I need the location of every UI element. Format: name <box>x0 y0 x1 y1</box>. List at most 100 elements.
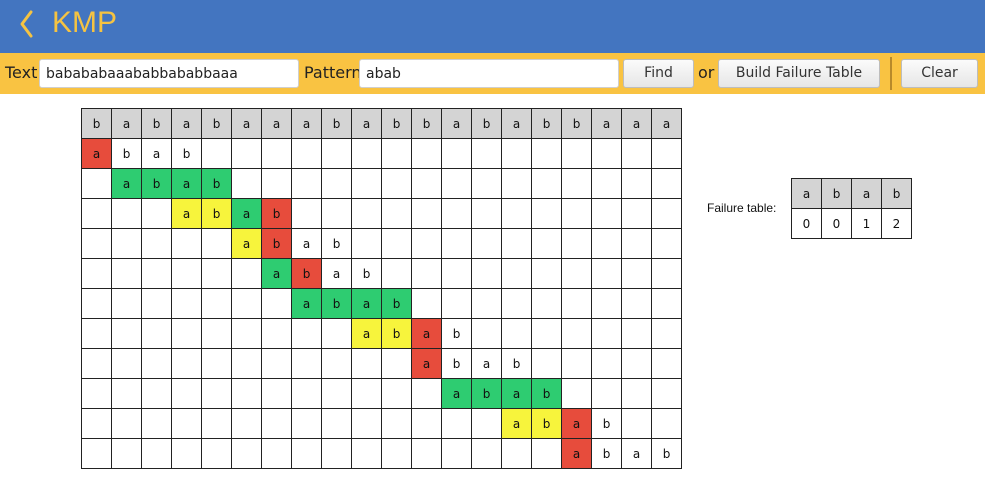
empty-cell <box>201 288 232 319</box>
pattern-char-cell: a <box>321 258 352 289</box>
empty-cell <box>321 348 352 379</box>
failure-value-cell: 2 <box>881 208 912 239</box>
empty-cell <box>621 198 652 229</box>
empty-cell <box>291 168 322 199</box>
text-char-cell: a <box>501 108 532 139</box>
empty-cell <box>441 138 472 169</box>
text-char-cell: b <box>81 108 112 139</box>
empty-cell <box>591 228 622 259</box>
empty-cell <box>471 438 502 469</box>
or-label: or <box>698 63 715 82</box>
alignment-row: abab <box>81 288 682 319</box>
empty-cell <box>381 438 412 469</box>
pattern-input[interactable] <box>359 59 619 88</box>
empty-cell <box>111 318 142 349</box>
alignment-row: abab <box>81 348 682 379</box>
alignment-row: abab <box>81 168 682 199</box>
empty-cell <box>531 198 562 229</box>
pattern-char-cell: b <box>591 408 622 439</box>
empty-cell <box>81 318 112 349</box>
pattern-char-cell: b <box>141 168 172 199</box>
pattern-char-cell: a <box>81 138 112 169</box>
empty-cell <box>531 228 562 259</box>
empty-cell <box>141 228 172 259</box>
text-char-cell: a <box>171 108 202 139</box>
empty-cell <box>171 348 202 379</box>
empty-cell <box>171 228 202 259</box>
pattern-char-cell: a <box>351 318 382 349</box>
empty-cell <box>561 198 592 229</box>
empty-cell <box>561 258 592 289</box>
empty-cell <box>141 378 172 409</box>
empty-cell <box>441 198 472 229</box>
kmp-trace-grid: bababaaababbababbaaaabababababababababab… <box>81 108 682 469</box>
empty-cell <box>471 168 502 199</box>
page-title: KMP <box>52 6 118 39</box>
empty-cell <box>291 198 322 229</box>
text-input[interactable] <box>39 59 299 88</box>
empty-cell <box>141 288 172 319</box>
find-button[interactable]: Find <box>623 59 694 88</box>
pattern-char-cell: a <box>501 408 532 439</box>
toolbar-divider <box>890 57 892 90</box>
text-label: Text <box>5 63 38 82</box>
empty-cell <box>231 378 262 409</box>
text-row: bababaaababbababbaaa <box>81 108 682 139</box>
chevron-left-icon[interactable] <box>18 8 36 40</box>
empty-cell <box>321 438 352 469</box>
pattern-char-cell: a <box>411 318 442 349</box>
clear-button[interactable]: Clear <box>901 59 978 88</box>
empty-cell <box>591 168 622 199</box>
text-char-cell: b <box>561 108 592 139</box>
empty-cell <box>411 138 442 169</box>
pattern-char-cell: b <box>441 348 472 379</box>
failure-value-cell: 0 <box>821 208 852 239</box>
empty-cell <box>81 378 112 409</box>
build-failure-table-button[interactable]: Build Failure Table <box>718 59 880 88</box>
pattern-char-cell: b <box>531 408 562 439</box>
alignment-row: abab <box>81 318 682 349</box>
pattern-label: Pattern <box>304 63 362 82</box>
empty-cell <box>651 258 682 289</box>
empty-cell <box>561 138 592 169</box>
empty-cell <box>111 198 142 229</box>
empty-cell <box>531 258 562 289</box>
empty-cell <box>291 378 322 409</box>
pattern-char-cell: a <box>621 438 652 469</box>
alignment-row: abab <box>81 138 682 169</box>
empty-cell <box>471 258 502 289</box>
empty-cell <box>651 138 682 169</box>
failure-pattern-row: abab <box>791 178 912 209</box>
empty-cell <box>441 228 472 259</box>
empty-cell <box>411 228 442 259</box>
empty-cell <box>381 258 412 289</box>
pattern-char-cell: a <box>561 408 592 439</box>
empty-cell <box>441 288 472 319</box>
text-char-cell: b <box>471 108 502 139</box>
alignment-row: abab <box>81 408 682 439</box>
empty-cell <box>201 138 232 169</box>
empty-cell <box>411 378 442 409</box>
empty-cell <box>261 438 292 469</box>
empty-cell <box>591 258 622 289</box>
alignment-row: abab <box>81 258 682 289</box>
pattern-char-cell: a <box>171 198 202 229</box>
pattern-char-cell: b <box>261 198 292 229</box>
empty-cell <box>111 348 142 379</box>
pattern-char-cell: b <box>201 198 232 229</box>
empty-cell <box>231 138 262 169</box>
empty-cell <box>201 408 232 439</box>
empty-cell <box>531 348 562 379</box>
empty-cell <box>561 348 592 379</box>
empty-cell <box>531 168 562 199</box>
empty-cell <box>201 318 232 349</box>
empty-cell <box>171 438 202 469</box>
pattern-char-cell: b <box>171 138 202 169</box>
empty-cell <box>351 348 382 379</box>
empty-cell <box>261 378 292 409</box>
pattern-char-cell: a <box>291 228 322 259</box>
empty-cell <box>441 438 472 469</box>
empty-cell <box>381 348 412 379</box>
empty-cell <box>321 198 352 229</box>
empty-cell <box>621 378 652 409</box>
